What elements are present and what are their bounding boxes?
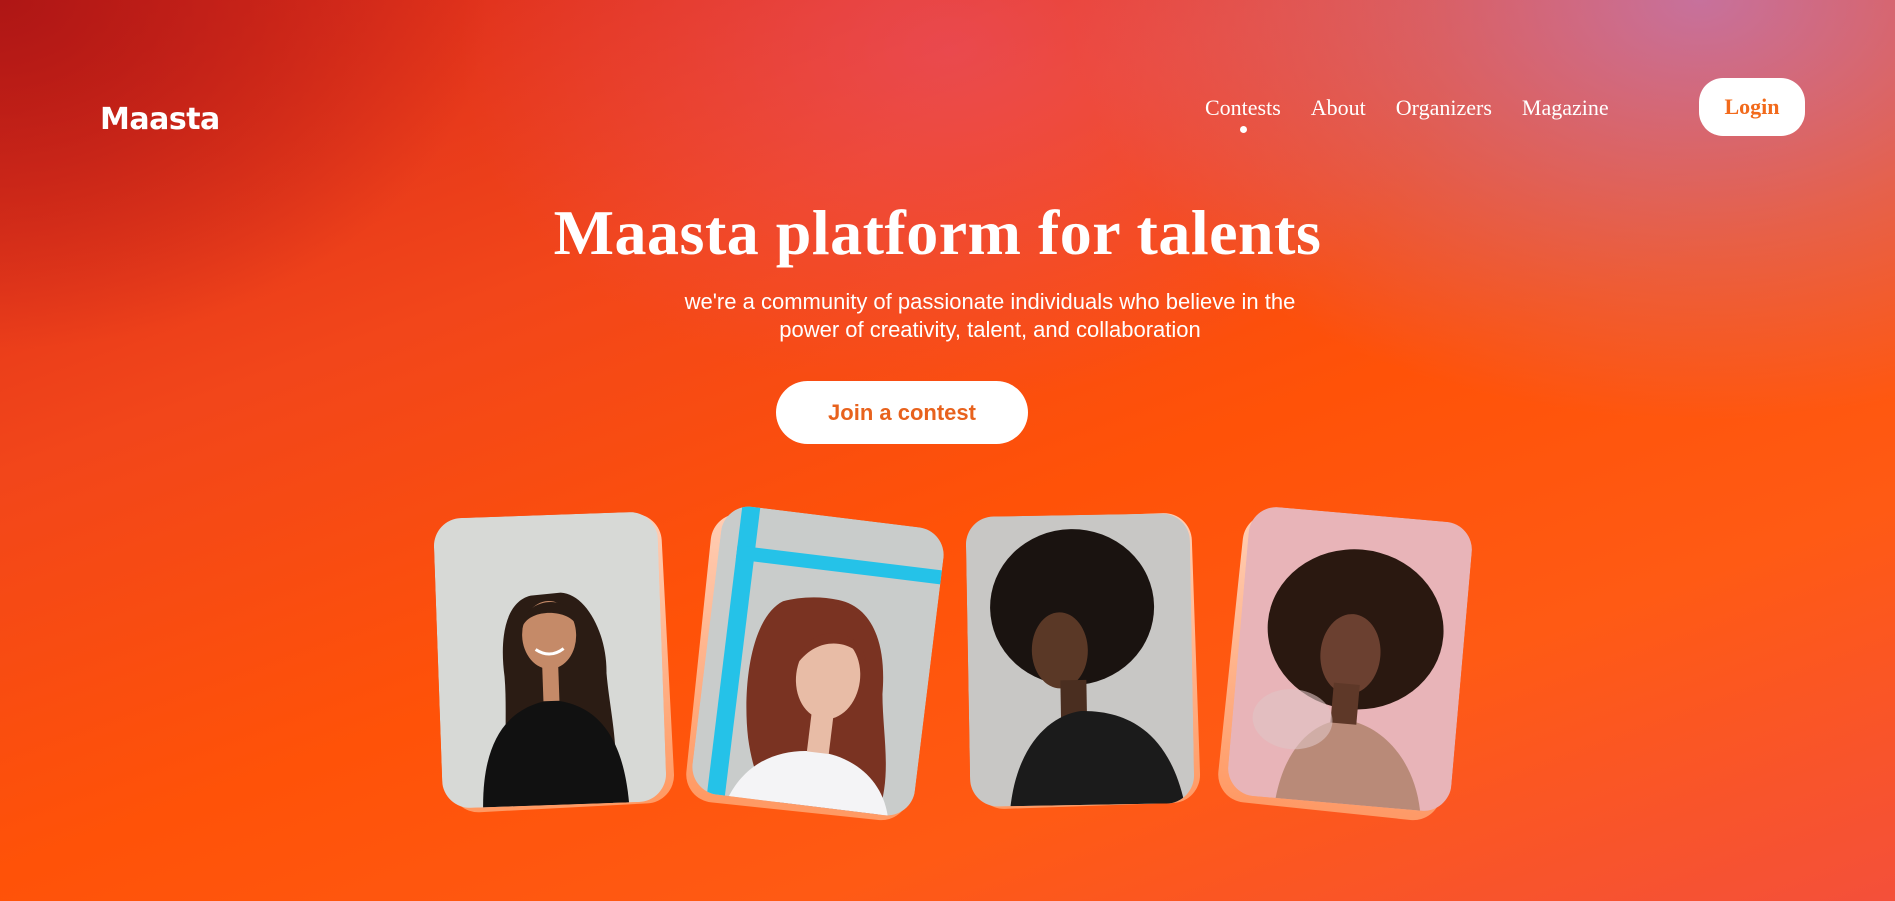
talent-card-2[interactable] xyxy=(689,503,947,819)
login-button[interactable]: Login xyxy=(1699,78,1805,136)
talent-photo-2 xyxy=(689,503,947,819)
talent-photo-3 xyxy=(965,513,1195,807)
talent-card-3[interactable] xyxy=(965,513,1195,807)
talent-card-1[interactable] xyxy=(433,511,667,809)
nav-item-magazine[interactable]: Magazine xyxy=(1522,95,1609,121)
hero-title: Maasta platform for talents xyxy=(553,197,1322,268)
hero-subtitle: we're a community of passionate individu… xyxy=(640,288,1340,344)
main-nav: Contests About Organizers Magazine xyxy=(1205,95,1609,133)
talent-photo-1 xyxy=(433,511,667,809)
talent-card-4[interactable] xyxy=(1225,504,1475,814)
talent-photo-4 xyxy=(1225,504,1475,814)
brand-logo[interactable]: Maasta xyxy=(100,102,220,137)
hero-subtitle-line-1: we're a community of passionate individu… xyxy=(684,289,1296,314)
nav-item-organizers[interactable]: Organizers xyxy=(1396,95,1492,121)
hero-subtitle-line-2: power of creativity, talent, and collabo… xyxy=(779,317,1201,342)
nav-item-contests[interactable]: Contests xyxy=(1205,95,1281,133)
nav-item-about[interactable]: About xyxy=(1311,95,1366,121)
join-contest-button[interactable]: Join a contest xyxy=(776,381,1028,444)
